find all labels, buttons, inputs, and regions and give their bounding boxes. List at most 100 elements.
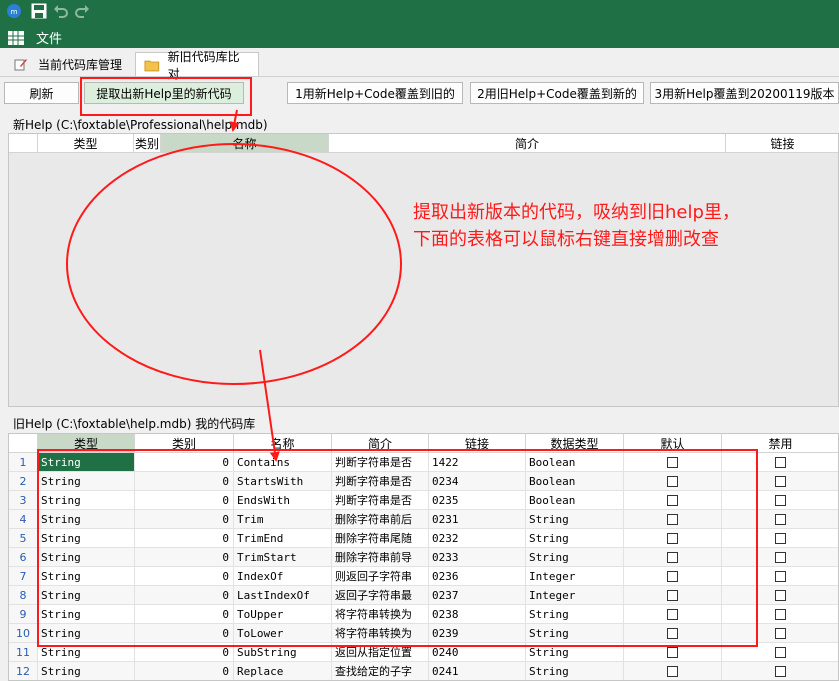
table-row[interactable]: 7 String 0 IndexOf 则返回子字符串 0236 Integer bbox=[9, 567, 838, 586]
checkbox-default[interactable] bbox=[667, 608, 678, 620]
table-row[interactable]: 10 String 0 ToLower 将字符串转换为 0239 String bbox=[9, 624, 838, 643]
col-description[interactable]: 简介 bbox=[332, 434, 429, 453]
checkbox-disabled[interactable] bbox=[775, 665, 786, 677]
cell-data-type[interactable]: String bbox=[526, 624, 624, 643]
checkbox-disabled[interactable] bbox=[775, 456, 786, 468]
cell-name[interactable]: IndexOf bbox=[234, 567, 332, 586]
cell-name[interactable]: TrimEnd bbox=[234, 529, 332, 548]
cell-data-type[interactable]: Integer bbox=[526, 567, 624, 586]
col-type[interactable]: 类型 bbox=[38, 134, 134, 153]
cell-type[interactable]: String bbox=[38, 605, 135, 624]
cell-description[interactable]: 删除字符串前后 bbox=[332, 510, 429, 529]
cell-link[interactable]: 0235 bbox=[429, 491, 526, 510]
col-data-type[interactable]: 数据类型 bbox=[526, 434, 624, 453]
undo-icon[interactable] bbox=[53, 3, 69, 19]
col-disabled[interactable]: 禁用 bbox=[722, 434, 838, 453]
cell-name[interactable]: SubString bbox=[234, 643, 332, 662]
cell-description[interactable]: 返回子字符串最 bbox=[332, 586, 429, 605]
cell-category[interactable]: 0 bbox=[135, 586, 234, 605]
cell-category[interactable]: 0 bbox=[135, 548, 234, 567]
checkbox-disabled[interactable] bbox=[775, 513, 786, 525]
cell-link[interactable]: 0231 bbox=[429, 510, 526, 529]
cell-link[interactable]: 0239 bbox=[429, 624, 526, 643]
file-menu[interactable]: 文件 bbox=[8, 28, 62, 47]
cell-data-type[interactable]: String bbox=[526, 643, 624, 662]
cell-description[interactable]: 将字符串转换为 bbox=[332, 605, 429, 624]
checkbox-default[interactable] bbox=[667, 665, 678, 677]
checkbox-disabled[interactable] bbox=[775, 475, 786, 487]
cell-link[interactable]: 1422 bbox=[429, 453, 526, 472]
cell-category[interactable]: 0 bbox=[135, 491, 234, 510]
cell-link[interactable]: 0236 bbox=[429, 567, 526, 586]
cell-type[interactable]: String bbox=[38, 510, 135, 529]
checkbox-default[interactable] bbox=[667, 551, 678, 563]
overwrite-version-button[interactable]: 3用新Help覆盖到20200119版本 bbox=[650, 82, 839, 104]
cell-type[interactable]: String bbox=[38, 453, 135, 472]
table-row[interactable]: 6 String 0 TrimStart 删除字符串前导 0233 String bbox=[9, 548, 838, 567]
cell-type[interactable]: String bbox=[38, 643, 135, 662]
cell-category[interactable]: 0 bbox=[135, 510, 234, 529]
table-row[interactable]: 1 String 0 Contains 判断字符串是否 1422 Boolean bbox=[9, 453, 838, 472]
checkbox-disabled[interactable] bbox=[775, 551, 786, 563]
cell-category[interactable]: 0 bbox=[135, 529, 234, 548]
table-row[interactable]: 9 String 0 ToUpper 将字符串转换为 0238 String bbox=[9, 605, 838, 624]
checkbox-default[interactable] bbox=[667, 627, 678, 639]
tab-compare-library[interactable]: 新旧代码库比对 bbox=[135, 50, 259, 81]
table-row[interactable]: 4 String 0 Trim 删除字符串前后 0231 String bbox=[9, 510, 838, 529]
overwrite-new-button[interactable]: 2用旧Help+Code覆盖到新的 bbox=[470, 82, 644, 104]
cell-type[interactable]: String bbox=[38, 567, 135, 586]
cell-description[interactable]: 判断字符串是否 bbox=[332, 453, 429, 472]
table-row[interactable]: 12 String 0 Replace 查找给定的子字 0241 String bbox=[9, 662, 838, 680]
col-name[interactable]: 名称 bbox=[234, 434, 332, 453]
checkbox-default[interactable] bbox=[667, 589, 678, 601]
cell-name[interactable]: TrimStart bbox=[234, 548, 332, 567]
checkbox-default[interactable] bbox=[667, 456, 678, 468]
cell-category[interactable]: 0 bbox=[135, 567, 234, 586]
cell-name[interactable]: Contains bbox=[234, 453, 332, 472]
cell-name[interactable]: LastIndexOf bbox=[234, 586, 332, 605]
cell-link[interactable]: 0241 bbox=[429, 662, 526, 680]
cell-data-type[interactable]: String bbox=[526, 662, 624, 680]
cell-name[interactable]: ToUpper bbox=[234, 605, 332, 624]
cell-data-type[interactable]: Integer bbox=[526, 586, 624, 605]
cell-description[interactable]: 则返回子字符串 bbox=[332, 567, 429, 586]
checkbox-disabled[interactable] bbox=[775, 608, 786, 620]
col-name[interactable]: 名称 bbox=[161, 134, 329, 153]
cell-link[interactable]: 0237 bbox=[429, 586, 526, 605]
refresh-button[interactable]: 刷新 bbox=[4, 82, 79, 104]
cell-category[interactable]: 0 bbox=[135, 472, 234, 491]
save-icon[interactable] bbox=[31, 3, 47, 19]
cell-type[interactable]: String bbox=[38, 624, 135, 643]
new-help-grid[interactable]: 类型 类别 名称 简介 链接 bbox=[8, 133, 839, 407]
cell-description[interactable]: 查找给定的子字 bbox=[332, 662, 429, 680]
checkbox-default[interactable] bbox=[667, 475, 678, 487]
col-default[interactable]: 默认 bbox=[624, 434, 722, 453]
cell-description[interactable]: 判断字符串是否 bbox=[332, 472, 429, 491]
redo-icon[interactable] bbox=[74, 3, 90, 19]
cell-link[interactable]: 0234 bbox=[429, 472, 526, 491]
extract-new-code-button[interactable]: 提取出新Help里的新代码 bbox=[84, 82, 244, 104]
cell-type[interactable]: String bbox=[38, 491, 135, 510]
col-link[interactable]: 链接 bbox=[726, 134, 838, 153]
cell-type[interactable]: String bbox=[38, 586, 135, 605]
old-help-grid[interactable]: 类型 类别 名称 简介 链接 数据类型 默认 禁用 1 String 0 Contai… bbox=[8, 433, 839, 681]
checkbox-disabled[interactable] bbox=[775, 494, 786, 506]
cell-name[interactable]: ToLower bbox=[234, 624, 332, 643]
cell-description[interactable]: 删除字符串尾随 bbox=[332, 529, 429, 548]
col-category[interactable]: 类别 bbox=[135, 434, 234, 453]
checkbox-disabled[interactable] bbox=[775, 570, 786, 582]
checkbox-disabled[interactable] bbox=[775, 532, 786, 544]
col-category[interactable]: 类别 bbox=[134, 134, 161, 153]
checkbox-default[interactable] bbox=[667, 570, 678, 582]
tab-current-library[interactable]: 当前代码库管理 bbox=[6, 52, 130, 76]
cell-name[interactable]: StartsWith bbox=[234, 472, 332, 491]
cell-name[interactable]: Trim bbox=[234, 510, 332, 529]
overwrite-old-button[interactable]: 1用新Help+Code覆盖到旧的 bbox=[287, 82, 463, 104]
cell-category[interactable]: 0 bbox=[135, 662, 234, 680]
cell-data-type[interactable]: String bbox=[526, 548, 624, 567]
col-description[interactable]: 简介 bbox=[329, 134, 726, 153]
cell-description[interactable]: 判断字符串是否 bbox=[332, 491, 429, 510]
table-row[interactable]: 8 String 0 LastIndexOf 返回子字符串最 0237 Integer bbox=[9, 586, 838, 605]
checkbox-disabled[interactable] bbox=[775, 589, 786, 601]
cell-name[interactable]: Replace bbox=[234, 662, 332, 680]
